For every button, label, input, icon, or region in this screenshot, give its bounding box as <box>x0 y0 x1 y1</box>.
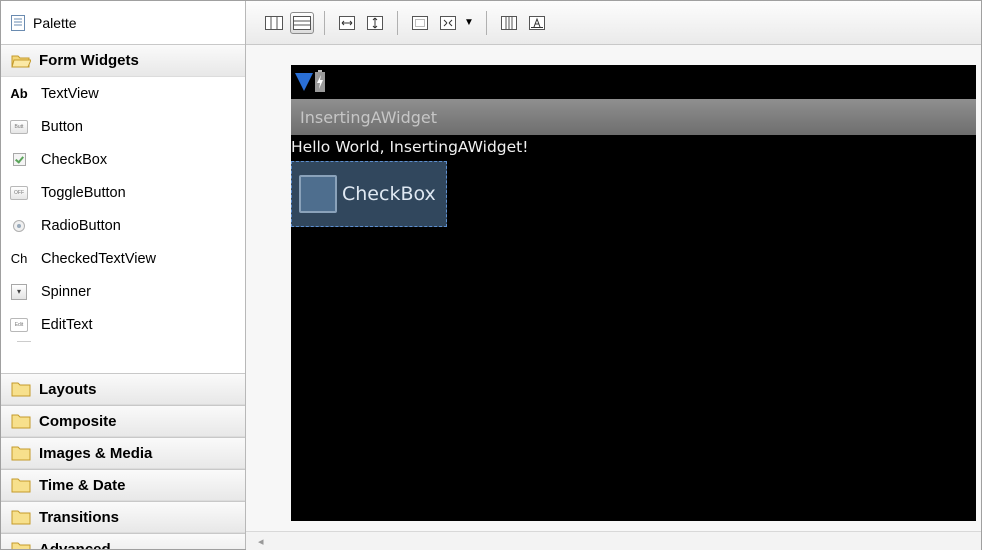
category-form-widgets[interactable]: Form Widgets <box>1 45 245 77</box>
app-title: InsertingAWidget <box>300 107 438 127</box>
toolbar-separator <box>397 10 398 35</box>
folder-icon <box>11 542 31 549</box>
category-label: Layouts <box>39 380 97 398</box>
palette-title: Palette <box>33 14 77 31</box>
widget-edittext[interactable]: Edit EditText <box>1 308 245 341</box>
category-label: Transitions <box>39 508 120 526</box>
fill-height-icon[interactable] <box>363 12 387 34</box>
widget-label: RadioButton <box>41 217 121 234</box>
palette-icon <box>11 14 25 31</box>
battery-charging-icon <box>315 70 325 92</box>
widget-label: CheckBox <box>41 151 108 168</box>
toolbar-separator <box>485 10 487 35</box>
widget-label: Button <box>41 118 83 135</box>
widget-button[interactable]: Butt Button <box>1 110 245 143</box>
widget-spinner[interactable]: ▾ Spinner <box>1 275 245 308</box>
palette-panel: Palette Form Widgets Ab TextView Butt Bu… <box>1 1 246 549</box>
togglebutton-icon: OFF <box>5 185 33 200</box>
folder-icon <box>11 478 31 493</box>
category-label: Images & Media <box>39 444 153 462</box>
toolbar-separator <box>324 10 325 35</box>
horizontal-scrollbar[interactable]: ◂ <box>246 531 981 550</box>
category-time-date[interactable]: Time & Date <box>1 469 245 501</box>
hello-textview[interactable]: Hello World, InsertingAWidget! <box>291 135 976 159</box>
category-transitions[interactable]: Transitions <box>1 501 245 533</box>
widget-label: Spinner <box>41 283 91 300</box>
editor-toolbar: ▼ <box>246 1 981 45</box>
palette-header: Palette <box>1 1 245 45</box>
checkbox-box[interactable] <box>299 175 337 213</box>
category-label: Form Widgets <box>39 52 139 69</box>
edittext-icon: Edit <box>5 317 33 332</box>
layout-canvas[interactable]: InsertingAWidget Hello World, InsertingA… <box>246 45 981 531</box>
widget-label: CheckedTextView <box>41 250 156 267</box>
selected-checkbox-widget[interactable]: CheckBox <box>291 161 447 227</box>
partial-widget-row <box>17 341 31 350</box>
layout-vertical-icon[interactable] <box>290 11 314 34</box>
status-bar <box>291 65 976 99</box>
category-composite[interactable]: Composite <box>1 405 245 437</box>
layout-editor: ▼ InsertingAWidget Hello World, Insertin… <box>246 1 981 550</box>
category-label: Advanced <box>39 540 111 550</box>
dropdown-arrow-icon[interactable]: ▼ <box>464 17 474 28</box>
widget-label: EditText <box>41 316 93 333</box>
category-advanced[interactable]: Advanced <box>1 533 245 549</box>
folder-icon <box>11 414 31 429</box>
scroll-left-icon[interactable]: ◂ <box>258 535 264 548</box>
show-margins-icon[interactable] <box>408 12 432 34</box>
category-label: Composite <box>39 412 117 430</box>
folder-icon <box>11 446 31 461</box>
layout-editor-window: Palette Form Widgets Ab TextView Butt Bu… <box>0 0 982 550</box>
folder-icon <box>11 382 31 397</box>
widget-togglebutton[interactable]: OFF ToggleButton <box>1 176 245 209</box>
radiobutton-icon <box>5 219 33 232</box>
widget-checkedtextview[interactable]: Ch CheckedTextView <box>1 242 245 275</box>
category-layouts[interactable]: Layouts <box>1 373 245 405</box>
button-icon: Butt <box>5 119 33 134</box>
distribute-weights-icon[interactable] <box>497 12 521 34</box>
checkbox-icon <box>5 153 33 166</box>
textview-icon: Ab <box>10 86 28 101</box>
widget-label: ToggleButton <box>41 184 126 201</box>
zoom-fit-icon[interactable] <box>436 12 460 34</box>
category-images-media[interactable]: Images & Media <box>1 437 245 469</box>
widget-label: TextView <box>41 85 99 102</box>
folder-icon <box>11 510 31 525</box>
widget-textview[interactable]: Ab TextView <box>1 77 245 110</box>
device-screen[interactable]: InsertingAWidget Hello World, InsertingA… <box>291 65 976 521</box>
signal-icon <box>295 73 313 91</box>
baseline-icon[interactable] <box>525 12 549 34</box>
fill-width-icon[interactable] <box>335 12 359 34</box>
widget-radiobutton[interactable]: RadioButton <box>1 209 245 242</box>
checkbox-label: CheckBox <box>342 183 436 205</box>
open-folder-icon <box>11 55 31 67</box>
spinner-icon: ▾ <box>5 283 33 300</box>
checkedtextview-icon: Ch <box>10 251 28 266</box>
form-widgets-list: Ab TextView Butt Button CheckBox OFF Tog… <box>1 77 245 373</box>
layout-horizontal-icon[interactable] <box>262 12 286 34</box>
app-title-bar: InsertingAWidget <box>291 99 976 135</box>
category-label: Time & Date <box>39 476 126 494</box>
widget-checkbox[interactable]: CheckBox <box>1 143 245 176</box>
